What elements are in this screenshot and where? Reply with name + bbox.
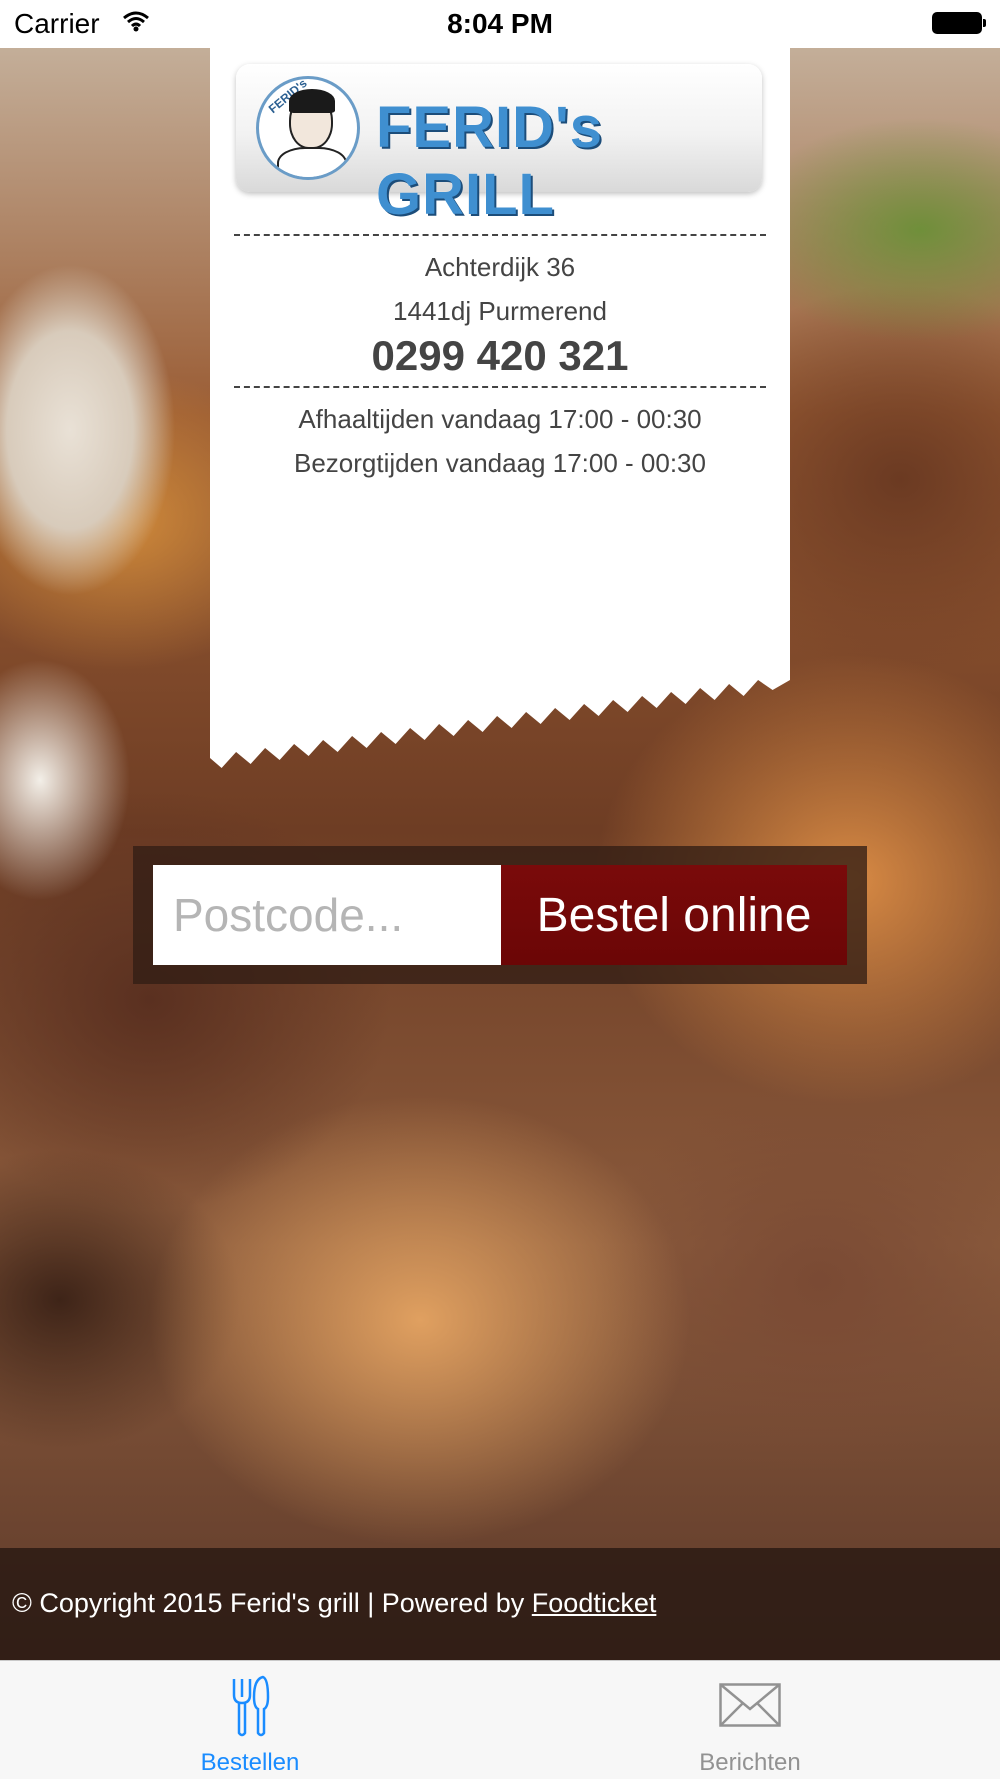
divider bbox=[234, 386, 766, 388]
address-street: Achterdijk 36 bbox=[424, 252, 576, 282]
pickup-hours: Afhaaltijden vandaag 17:00 - 00:30 bbox=[298, 404, 702, 434]
logo-title: FERID's GRILL bbox=[376, 95, 604, 227]
restaurant-info-receipt: FERID's FERID's GRILL Achterdijk 36 1441… bbox=[210, 48, 790, 768]
tab-berichten[interactable]: Berichten bbox=[500, 1661, 1000, 1779]
chef-portrait-icon: FERID's bbox=[256, 76, 360, 180]
status-time: 8:04 PM bbox=[447, 8, 553, 39]
tab-label: Bestellen bbox=[200, 1749, 300, 1776]
copyright-text: © Copyright 2015 Ferid's grill | Powered… bbox=[12, 1588, 657, 1618]
battery-icon bbox=[932, 12, 986, 34]
postcode-input[interactable] bbox=[153, 865, 501, 965]
divider bbox=[234, 234, 766, 236]
envelope-icon bbox=[719, 1683, 781, 1732]
foodticket-link[interactable]: Foodticket bbox=[532, 1588, 657, 1618]
order-online-button[interactable]: Bestel online bbox=[501, 865, 847, 965]
restaurant-logo: FERID's FERID's GRILL bbox=[236, 64, 762, 227]
tab-bestellen[interactable]: Bestellen bbox=[0, 1661, 500, 1779]
address-city: 1441dj Purmerend bbox=[393, 296, 607, 326]
footer: © Copyright 2015 Ferid's grill | Powered… bbox=[0, 1548, 1000, 1660]
tab-bar: Bestellen Berichten bbox=[0, 1660, 1000, 1779]
phone-number[interactable]: 0299 420 321 bbox=[210, 332, 790, 380]
tab-label: Berichten bbox=[699, 1749, 801, 1776]
order-form: Bestel online bbox=[133, 846, 867, 984]
delivery-hours: Bezorgtijden vandaag 17:00 - 00:30 bbox=[294, 448, 706, 478]
status-bar: Carrier 8:04 PM bbox=[0, 0, 1000, 48]
fork-knife-icon bbox=[230, 1675, 270, 1744]
